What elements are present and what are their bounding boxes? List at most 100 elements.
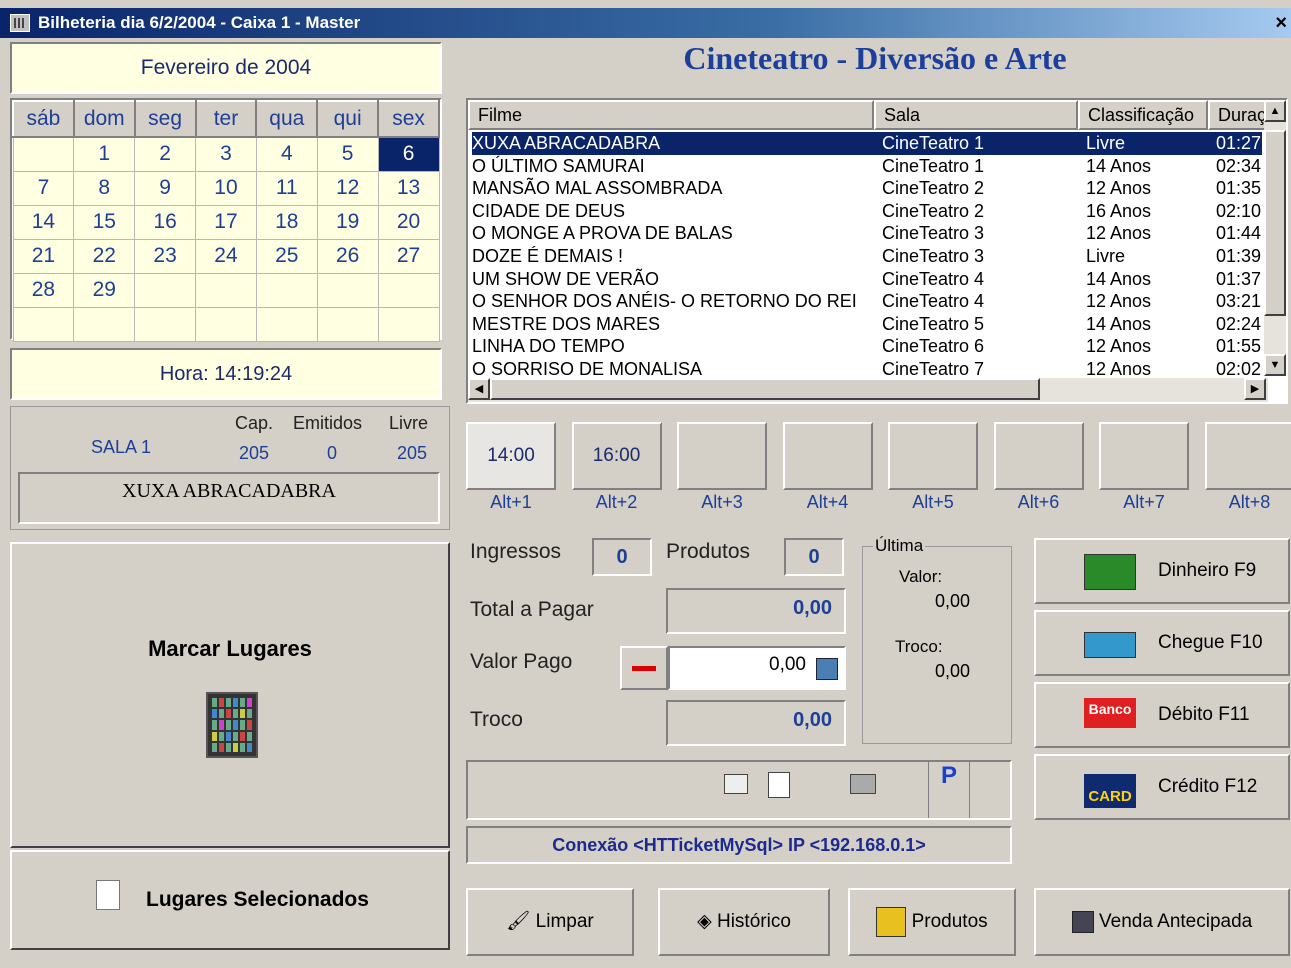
- scroll-down-icon[interactable]: ▼: [1264, 354, 1286, 376]
- selected-seats-button[interactable]: Lugares Selecionados: [10, 850, 450, 950]
- film-row[interactable]: XUXA ABRACADABRA CineTeatro 1 Livre 01:27: [472, 132, 1262, 155]
- calendar-day: [316, 272, 379, 308]
- session-shortcut: Alt+2: [595, 492, 638, 512]
- calendar-day[interactable]: 23: [134, 238, 197, 274]
- session-button[interactable]: [993, 422, 1084, 490]
- calendar-day[interactable]: 20: [377, 204, 440, 240]
- scroll-up-icon[interactable]: ▲: [1264, 100, 1286, 122]
- film-row[interactable]: UM SHOW DE VERÃO CineTeatro 4 14 Anos 01:37: [472, 268, 1262, 291]
- check-button[interactable]: Chegue F10: [1034, 610, 1290, 676]
- hscroll-thumb[interactable]: [490, 378, 1040, 400]
- paid-input[interactable]: 0,00: [668, 646, 846, 690]
- session-button[interactable]: 16:00: [571, 422, 662, 490]
- calendar-day[interactable]: 8: [73, 170, 136, 206]
- film-list[interactable]: Filme Sala Classificação Duraç XUXA ABRA…: [466, 98, 1288, 404]
- film-rating: 14 Anos: [1086, 313, 1152, 334]
- horizontal-scrollbar[interactable]: ◀ ▶: [468, 378, 1268, 402]
- calendar-day[interactable]: 3: [195, 136, 257, 172]
- column-rating[interactable]: Classificação: [1078, 100, 1208, 130]
- calendar-day[interactable]: 9: [134, 170, 197, 206]
- minus-button[interactable]: [620, 646, 668, 690]
- scroll-right-icon[interactable]: ▶: [1244, 378, 1266, 400]
- calendar-day: [12, 306, 75, 342]
- clipboard-icon[interactable]: [768, 772, 790, 798]
- check-icon: [1084, 632, 1136, 658]
- film-row[interactable]: MANSÃO MAL ASSOMBRADA CineTeatro 2 12 Anos…: [472, 177, 1262, 200]
- calendar-day[interactable]: 7: [12, 170, 75, 206]
- cash-button[interactable]: Dinheiro F9: [1034, 538, 1290, 604]
- history-icon: ◈: [697, 911, 717, 932]
- calendar-day[interactable]: 29: [73, 272, 136, 308]
- column-film[interactable]: Filme: [468, 100, 874, 130]
- calendar-day[interactable]: 14: [12, 204, 75, 240]
- vertical-scrollbar[interactable]: ▲ ▼: [1264, 100, 1286, 376]
- session-button[interactable]: [1099, 422, 1189, 490]
- calendar-day[interactable]: 5: [316, 136, 379, 172]
- credit-button[interactable]: CARD Crédito F12: [1034, 754, 1290, 820]
- calendar-day[interactable]: 27: [377, 238, 440, 274]
- weekday-header: sáb: [12, 100, 75, 138]
- film-room: CineTeatro 6: [882, 336, 985, 357]
- printer-icon[interactable]: [850, 774, 876, 794]
- calendar-day[interactable]: 16: [134, 204, 197, 240]
- page-title: Cineteatro - Diversão e Arte: [683, 40, 1067, 76]
- history-button[interactable]: ◈ Histórico: [658, 888, 830, 956]
- clear-label: Limpar: [535, 911, 594, 932]
- calendar-day[interactable]: 21: [12, 238, 75, 274]
- scroll-left-icon[interactable]: ◀: [468, 378, 490, 400]
- calendar-day[interactable]: 15: [73, 204, 136, 240]
- film-row[interactable]: DOZE É DEMAIS ! CineTeatro 3 Livre 01:39: [472, 245, 1262, 268]
- calendar-day: [73, 306, 136, 342]
- change-label: Troco: [470, 708, 523, 731]
- film-row[interactable]: CIDADE DE DEUS CineTeatro 2 16 Anos 02:10: [472, 200, 1262, 223]
- calendar-day[interactable]: 28: [12, 272, 75, 308]
- film-room: CineTeatro 2: [882, 200, 985, 221]
- film-room: CineTeatro 3: [882, 223, 985, 244]
- calendar-day[interactable]: 17: [195, 204, 257, 240]
- money-icon: [1084, 554, 1136, 590]
- film-title: LINHA DO TEMPO: [472, 336, 625, 357]
- calculator-icon[interactable]: [816, 658, 838, 680]
- session-button[interactable]: [888, 422, 978, 490]
- calendar-day[interactable]: 24: [195, 238, 257, 274]
- film-duration: 01:35: [1216, 178, 1262, 199]
- month-label: Fevereiro de 2004: [10, 42, 442, 94]
- calendar-day[interactable]: 25: [255, 238, 318, 274]
- session-button[interactable]: [677, 422, 767, 490]
- calendar-day[interactable]: 18: [255, 204, 318, 240]
- session-button[interactable]: [782, 422, 873, 490]
- weekday-header: seg: [133, 100, 197, 138]
- calendar-day[interactable]: 22: [73, 238, 136, 274]
- app-icon: [10, 14, 30, 32]
- calendar-day[interactable]: 19: [316, 204, 379, 240]
- session-button[interactable]: [1204, 422, 1291, 490]
- mark-seats-button[interactable]: Marcar Lugares: [10, 542, 450, 848]
- calendar-day[interactable]: 12: [316, 170, 379, 206]
- calendar-day[interactable]: 1: [73, 136, 136, 172]
- calendar-day[interactable]: 13: [377, 170, 440, 206]
- film-duration: 01:44: [1216, 223, 1262, 244]
- column-duration[interactable]: Duraç: [1208, 100, 1268, 130]
- clear-button[interactable]: 🖌 Limpar: [466, 888, 634, 956]
- calendar-day[interactable]: 10: [195, 170, 257, 206]
- film-row[interactable]: O ÚLTIMO SAMURAI CineTeatro 1 14 Anos 02:34: [472, 155, 1262, 178]
- calendar-day[interactable]: 4: [255, 136, 318, 172]
- calendar-day[interactable]: 11: [255, 170, 318, 206]
- session-button[interactable]: 14:00: [466, 422, 556, 490]
- scroll-thumb[interactable]: [1264, 130, 1286, 316]
- calendar-day[interactable]: 26: [316, 238, 379, 274]
- calendar: sáb dom seg ter qua qui sex 1 2 3 4 5 6 7 8 9 10 11 12 13 1…: [10, 98, 442, 342]
- calendar-day[interactable]: 2: [134, 136, 197, 172]
- products-button[interactable]: Produtos: [848, 888, 1016, 956]
- advance-sale-button[interactable]: Venda Antecipada: [1034, 888, 1290, 956]
- film-row[interactable]: LINHA DO TEMPO CineTeatro 6 12 Anos 01:55: [472, 335, 1262, 358]
- film-row[interactable]: MESTRE DOS MARES CineTeatro 5 14 Anos 02:24: [472, 313, 1262, 336]
- column-room[interactable]: Sala: [874, 100, 1078, 130]
- calendar-day[interactable]: 6: [377, 136, 440, 172]
- id-card-icon[interactable]: [724, 774, 748, 794]
- session-shortcut: Alt+5: [912, 492, 954, 512]
- film-row[interactable]: O MONGE A PROVA DE BALAS CineTeatro 3 12 A…: [472, 222, 1262, 245]
- close-icon[interactable]: ×: [1275, 8, 1287, 38]
- debit-button[interactable]: Banco Débito F11: [1034, 682, 1290, 748]
- film-row[interactable]: O SENHOR DOS ANÉIS- O RETORNO DO REI Cine…: [472, 290, 1262, 313]
